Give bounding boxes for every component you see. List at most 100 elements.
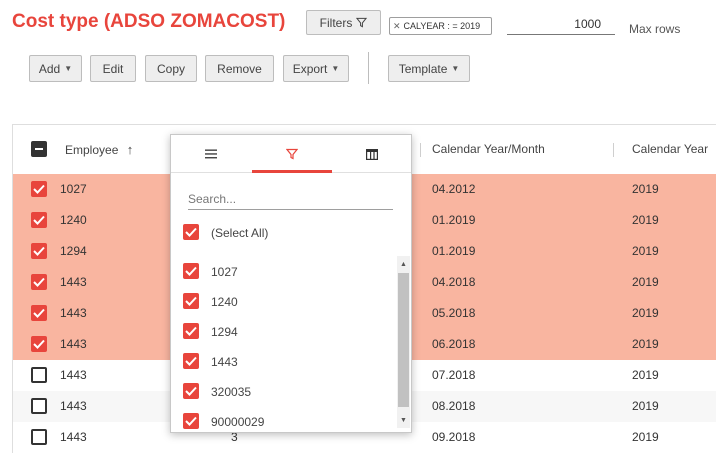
row-checkbox[interactable] <box>31 181 47 197</box>
max-rows-label: Max rows <box>629 22 681 36</box>
tab-general-menu[interactable] <box>171 135 251 173</box>
option-checkbox[interactable] <box>183 293 199 309</box>
filter-chip[interactable]: ✕ CALYEAR : = 2019 <box>389 17 492 35</box>
filter-list-scrollbar[interactable]: ▲ ▼ <box>397 256 410 428</box>
check-icon <box>33 308 45 318</box>
cell-month: 08.2018 <box>432 399 476 413</box>
option-label: 320035 <box>211 385 252 399</box>
select-all-label[interactable]: (Select All) <box>211 226 268 240</box>
check-icon <box>33 246 45 256</box>
check-icon <box>185 416 197 426</box>
row-checkbox[interactable] <box>31 305 47 321</box>
column-header-month[interactable]: Calendar Year/Month <box>432 142 545 156</box>
column-separator[interactable] <box>613 143 614 157</box>
check-icon <box>185 227 197 237</box>
max-rows-input[interactable] <box>507 14 615 35</box>
column-header-employee[interactable]: Employee ↑ <box>65 142 133 157</box>
cell-employee: 1027 <box>60 182 87 196</box>
check-icon <box>185 356 197 366</box>
edit-button[interactable]: Edit <box>90 55 136 82</box>
filters-button[interactable]: Filters <box>306 10 381 35</box>
tab-columns[interactable] <box>332 135 412 173</box>
row-checkbox[interactable] <box>31 212 47 228</box>
check-icon <box>33 339 45 349</box>
chevron-down-icon: ▼ <box>451 64 460 73</box>
cell-employee: 1443 <box>60 430 87 444</box>
check-icon <box>185 386 197 396</box>
template-button-label: Template <box>398 61 448 76</box>
cell-month: 09.2018 <box>432 430 476 444</box>
cell-year: 2019 <box>632 306 659 320</box>
select-all-rows-checkbox[interactable] <box>31 141 47 157</box>
filters-button-label: Filters <box>319 15 353 30</box>
cell-employee: 1443 <box>60 399 87 413</box>
row-checkbox[interactable] <box>31 429 47 445</box>
copy-button[interactable]: Copy <box>145 55 197 82</box>
row-checkbox[interactable] <box>31 398 47 414</box>
cell-employee: 1240 <box>60 213 87 227</box>
filter-icon <box>286 148 298 160</box>
check-icon <box>185 266 197 276</box>
option-checkbox[interactable] <box>183 383 199 399</box>
option-label: 1443 <box>211 355 238 369</box>
column-separator[interactable] <box>420 143 421 157</box>
cell-employee: 1294 <box>60 244 87 258</box>
option-checkbox[interactable] <box>183 413 199 429</box>
template-button[interactable]: Template ▼ <box>388 55 470 82</box>
option-label: 1027 <box>211 265 238 279</box>
column-header-year[interactable]: Calendar Year <box>632 142 708 156</box>
cell-year: 2019 <box>632 244 659 258</box>
remove-button-label: Remove <box>217 61 262 76</box>
scroll-down-icon[interactable]: ▼ <box>397 414 410 427</box>
scroll-up-icon[interactable]: ▲ <box>397 258 410 271</box>
toolbar-divider <box>368 52 369 84</box>
cell-year: 2019 <box>632 368 659 382</box>
option-label: 1240 <box>211 295 238 309</box>
option-label: 1294 <box>211 325 238 339</box>
minus-icon <box>35 148 43 150</box>
page-title: Cost type (ADSO ZOMACOST) <box>12 11 286 32</box>
option-label: 90000029 <box>211 415 265 429</box>
copy-button-label: Copy <box>156 61 185 76</box>
remove-filter-icon[interactable]: ✕ <box>393 21 401 32</box>
cell-month: 04.2018 <box>432 275 476 289</box>
export-button-label: Export <box>292 61 328 76</box>
active-tab-indicator <box>252 170 332 173</box>
cell-employee: 1443 <box>60 368 87 382</box>
cell-year: 2019 <box>632 275 659 289</box>
chevron-down-icon: ▼ <box>64 64 73 73</box>
option-checkbox[interactable] <box>183 353 199 369</box>
cell-month: 04.2012 <box>432 182 476 196</box>
chevron-down-icon: ▼ <box>331 64 340 73</box>
cell-year: 2019 <box>632 182 659 196</box>
sort-ascending-icon[interactable]: ↑ <box>127 142 134 157</box>
filter-search-input[interactable] <box>188 188 393 210</box>
row-checkbox[interactable] <box>31 336 47 352</box>
cell-employee: 1443 <box>60 306 87 320</box>
option-checkbox[interactable] <box>183 263 199 279</box>
edit-button-label: Edit <box>102 61 124 76</box>
export-button[interactable]: Export ▼ <box>283 55 349 82</box>
filter-icon <box>356 17 368 28</box>
cell-year: 2019 <box>632 337 659 351</box>
check-icon <box>33 215 45 225</box>
row-checkbox[interactable] <box>31 274 47 290</box>
row-checkbox[interactable] <box>31 243 47 259</box>
check-icon <box>185 296 197 306</box>
filter-options-list: 1027 1240 1294 1443 320035 90000029 <box>171 253 411 433</box>
cell-year: 2019 <box>632 430 659 444</box>
row-checkbox[interactable] <box>31 367 47 383</box>
filter-chip-label: CALYEAR : = 2019 <box>403 21 481 31</box>
menu-icon <box>205 149 217 159</box>
cell-month: 01.2019 <box>432 213 476 227</box>
cell-month: 05.2018 <box>432 306 476 320</box>
select-all-checkbox[interactable] <box>183 224 199 240</box>
tab-filter[interactable] <box>252 135 332 173</box>
remove-button[interactable]: Remove <box>205 55 274 82</box>
column-header-employee-label: Employee <box>65 143 119 157</box>
scrollbar-thumb[interactable] <box>398 273 409 407</box>
add-button-label: Add <box>38 61 61 76</box>
add-button[interactable]: Add ▼ <box>29 55 82 82</box>
option-checkbox[interactable] <box>183 323 199 339</box>
cell-month: 01.2019 <box>432 244 476 258</box>
